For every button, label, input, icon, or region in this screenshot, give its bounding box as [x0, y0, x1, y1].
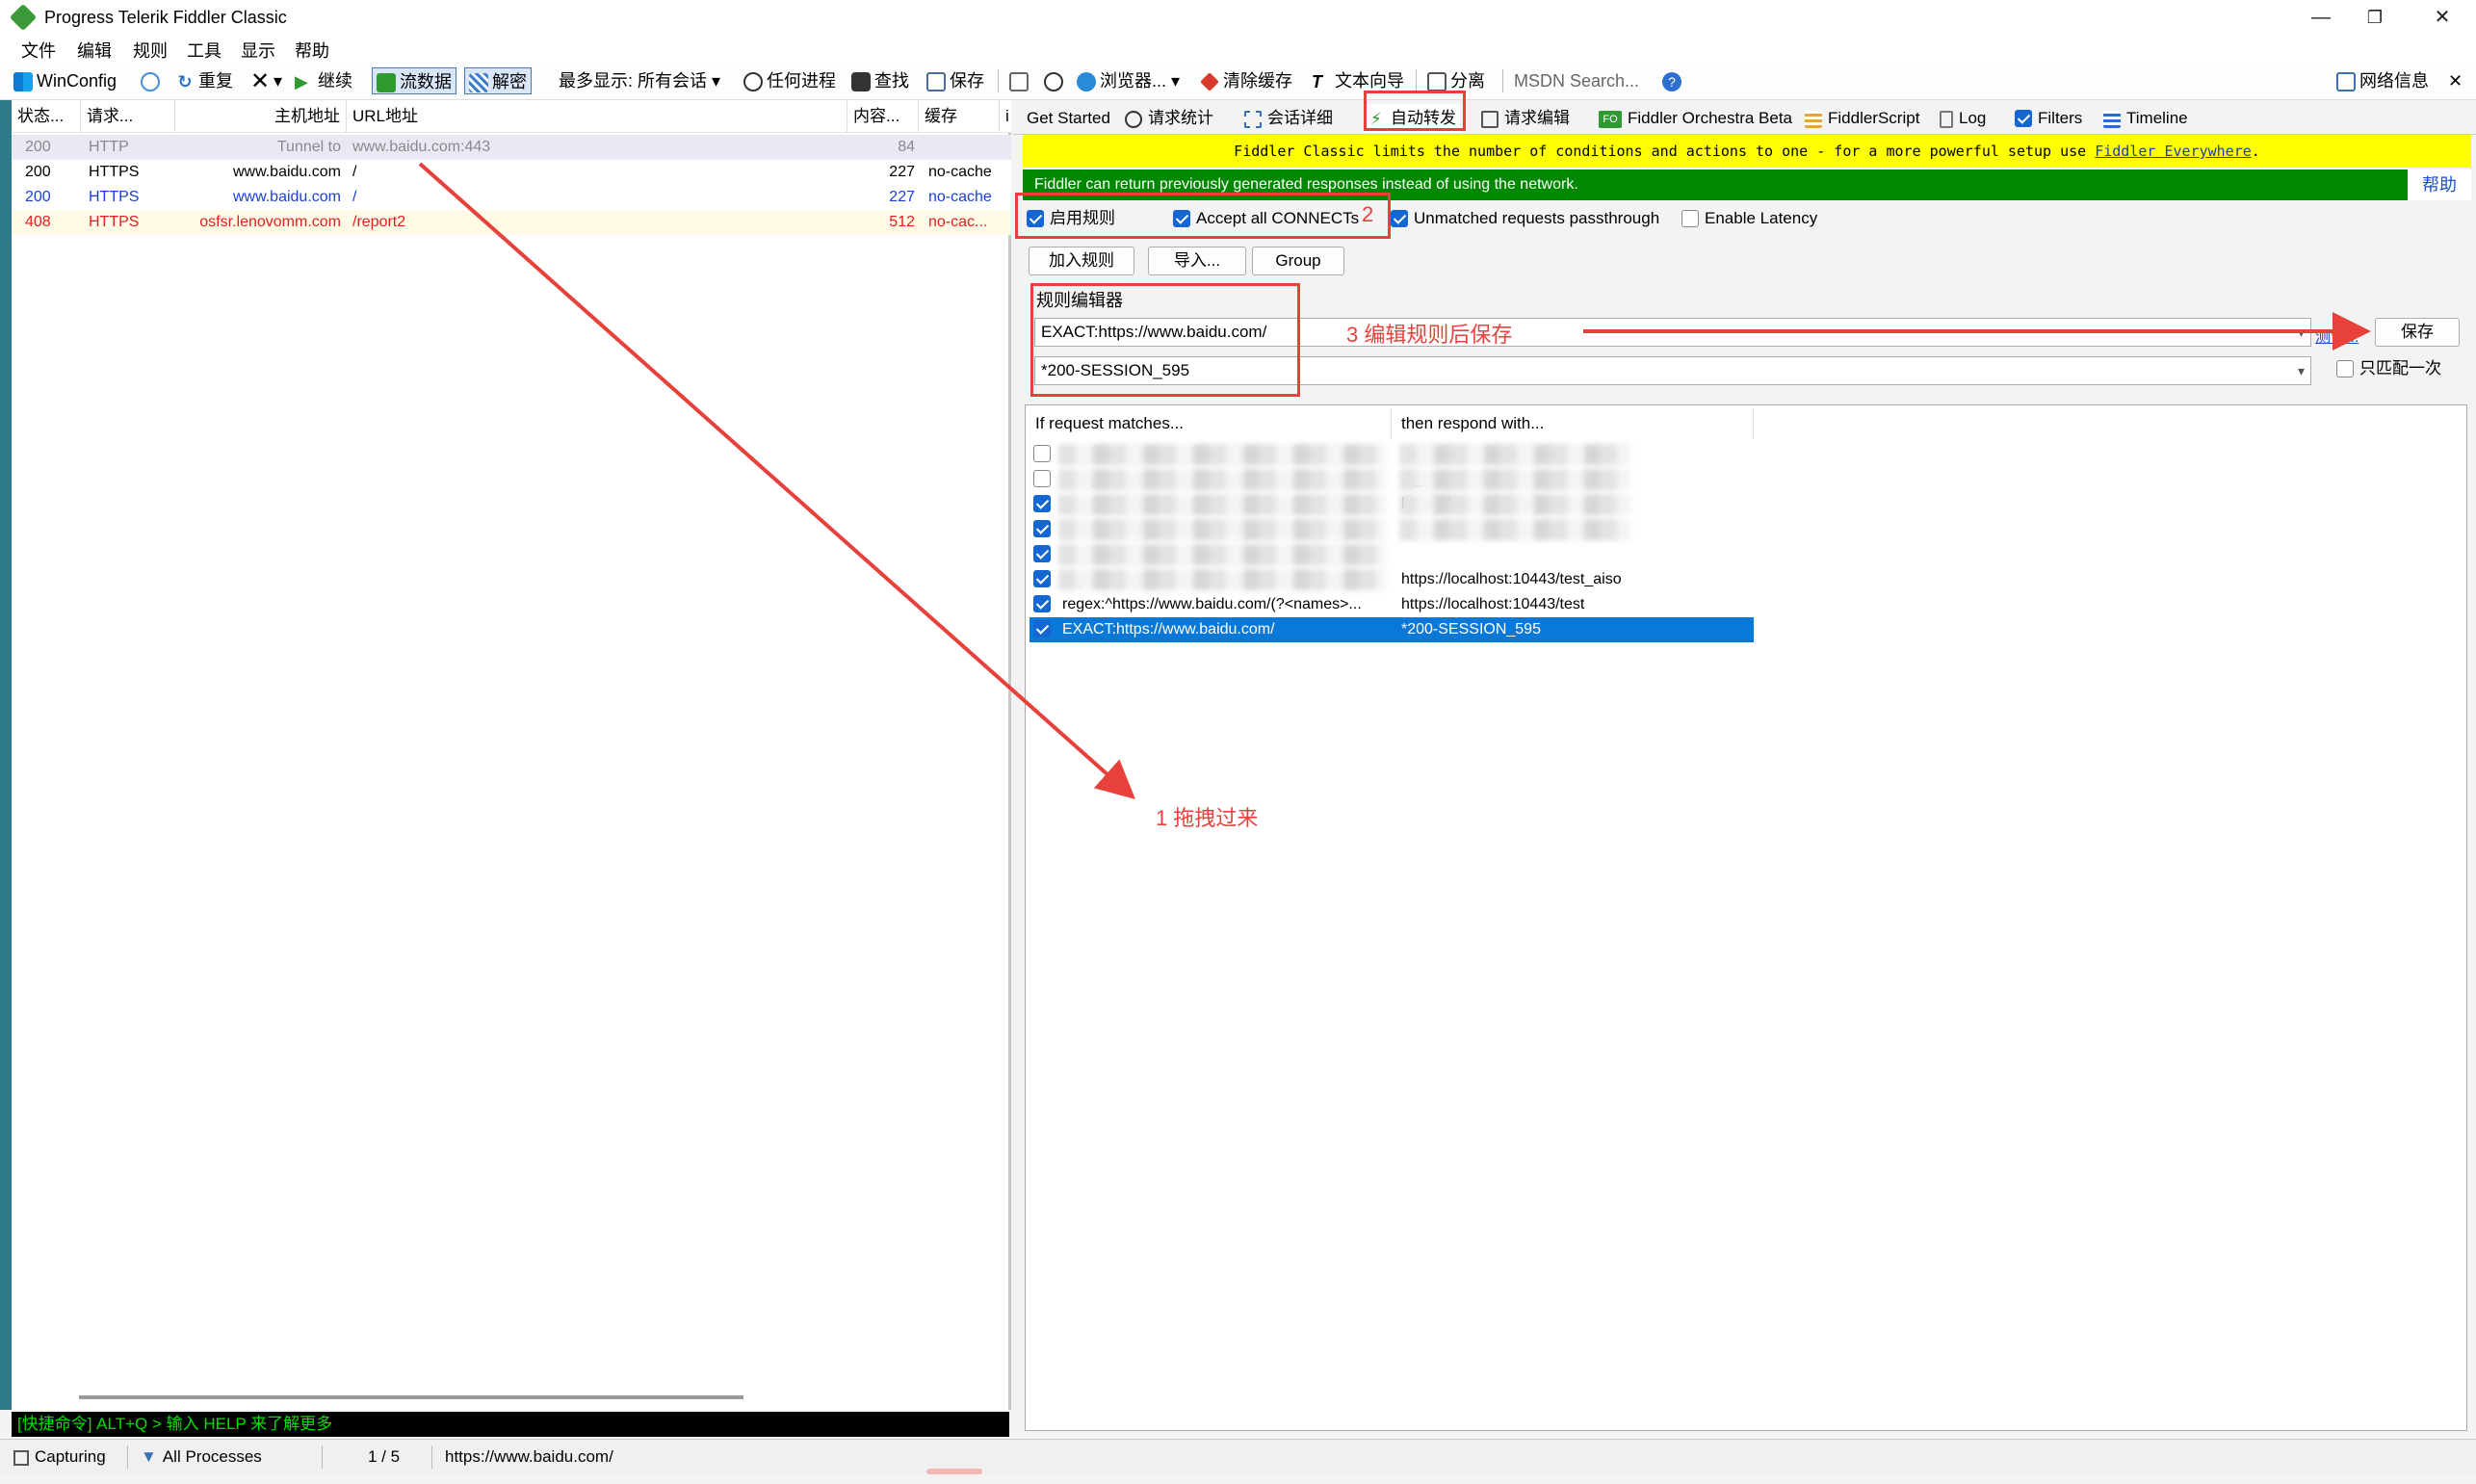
drag-arrow: [418, 162, 1135, 799]
annotation-arrows: [418, 162, 2371, 799]
